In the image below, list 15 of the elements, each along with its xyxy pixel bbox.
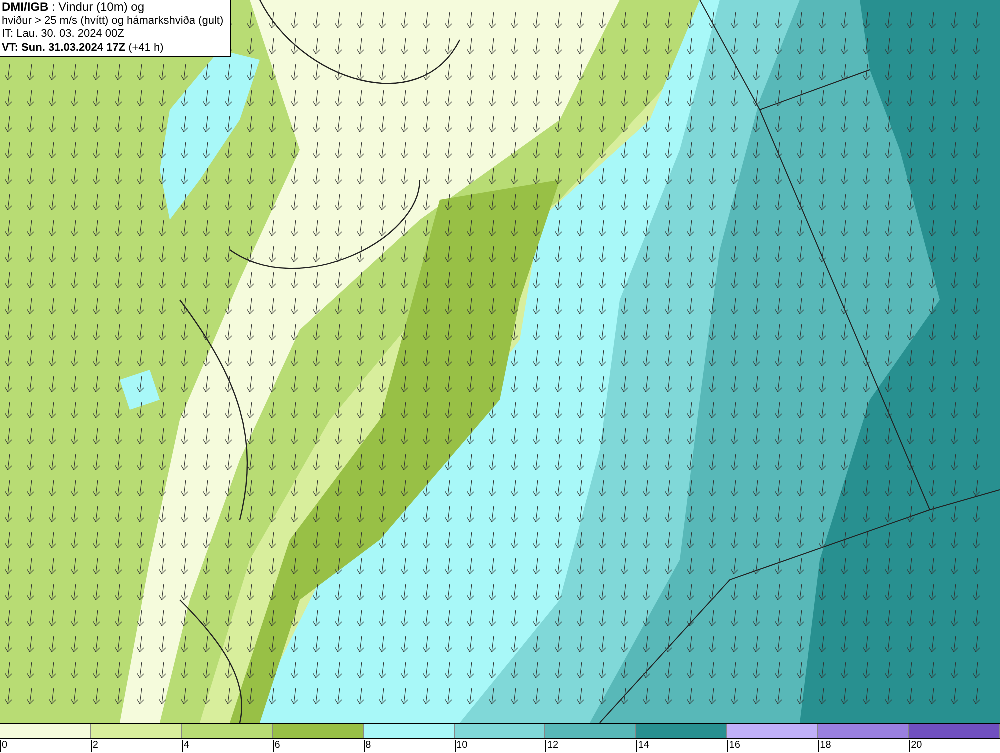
legend-tick-label: 2 bbox=[90, 740, 98, 752]
legend-tick-label: 8 bbox=[364, 740, 372, 752]
legend-tick-label: 10 bbox=[454, 740, 468, 752]
title-line: DMI/IGB : Vindur (10m) og bbox=[2, 1, 146, 14]
legend-tick-label: 16 bbox=[727, 740, 740, 752]
title-line: hviður > 25 m/s (hvítt) og hámarkshviða (gult) bbox=[2, 14, 225, 28]
title-line: VT: Sun. 31.03.2024 17Z (+41 h) bbox=[2, 42, 165, 55]
legend-tick-label: 20 bbox=[909, 740, 922, 752]
legend-tick-label: 0 bbox=[0, 740, 8, 752]
legend-tick-label: 18 bbox=[818, 740, 832, 752]
legend-tick-label: 14 bbox=[636, 740, 650, 752]
title-line: IT: Lau. 30. 03. 2024 00Z bbox=[2, 28, 126, 42]
legend-tick-label: 6 bbox=[272, 740, 280, 752]
legend-tick-label: 12 bbox=[545, 740, 559, 752]
legend-tick-label: 4 bbox=[182, 740, 190, 752]
